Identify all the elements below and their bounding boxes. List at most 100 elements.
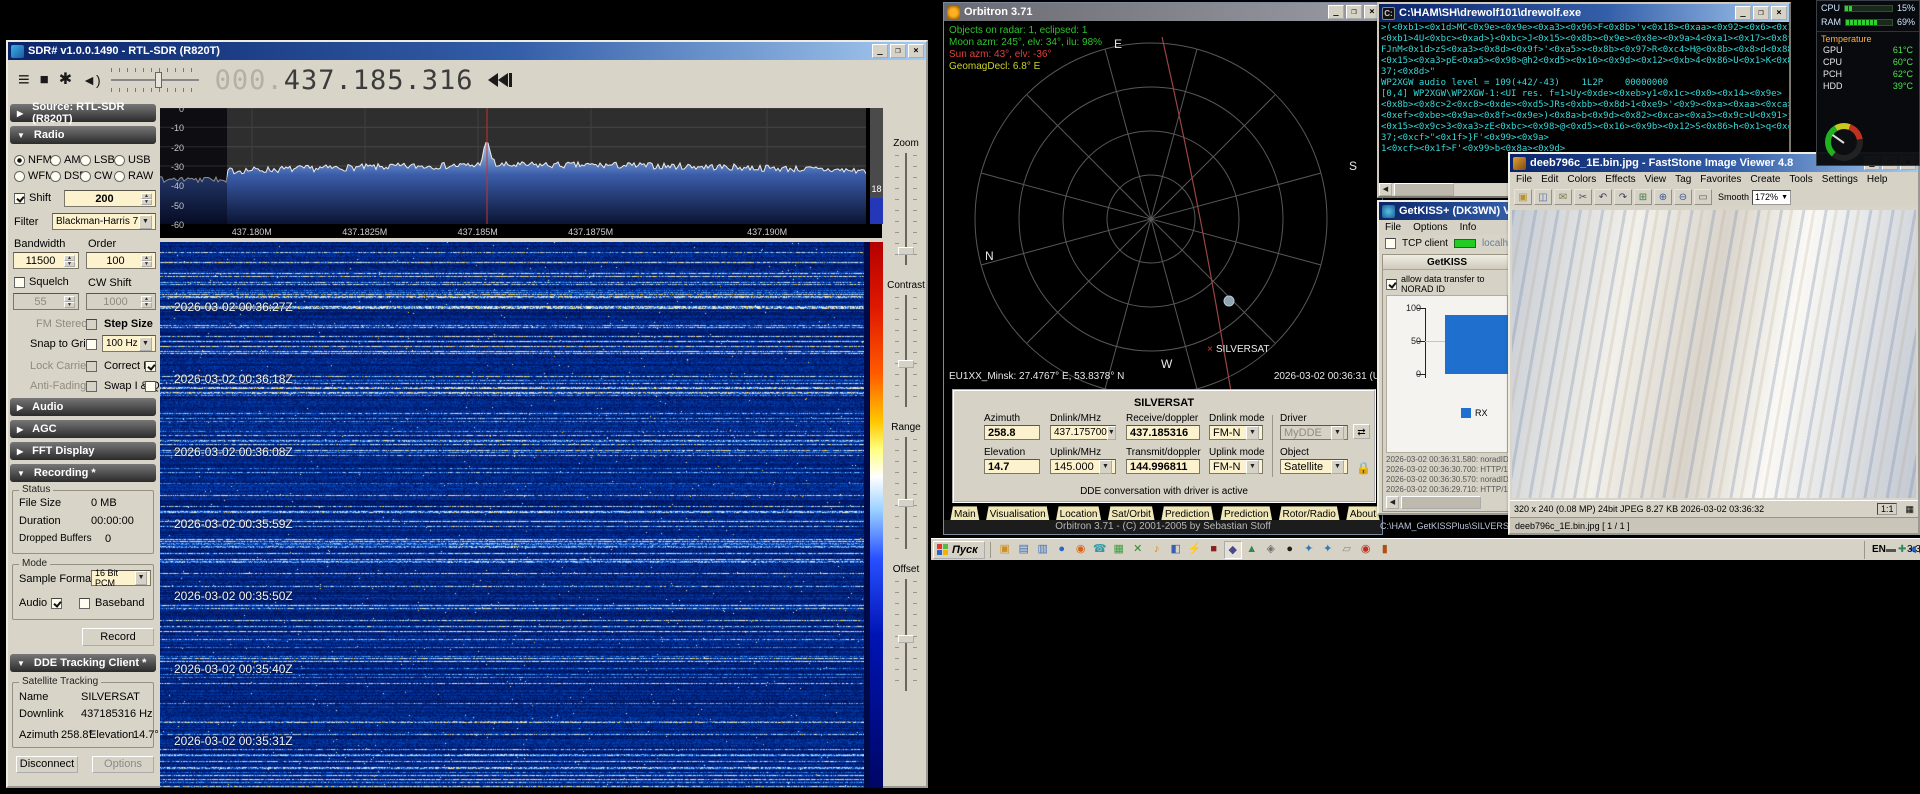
zoom-slider[interactable]	[895, 153, 917, 265]
gear-icon[interactable]: ✱	[59, 70, 72, 90]
volume-slider[interactable]	[110, 68, 199, 92]
terminal-titlebar[interactable]: C: C:\HAM\SH\drewolf101\drewolf.exe _ ❐ ×	[1379, 4, 1789, 22]
quick-launch-icon[interactable]: ✦	[1318, 540, 1337, 559]
quick-launch-icon[interactable]: ▣	[995, 540, 1014, 559]
filter-dropdown[interactable]: Blackman-Harris 7 ▼	[52, 213, 156, 230]
menu-item[interactable]: Options	[1413, 222, 1447, 233]
start-button[interactable]: Пуск	[933, 540, 985, 559]
quick-launch-icon[interactable]: ⚡	[1185, 540, 1204, 559]
minimize-button[interactable]: _	[1735, 6, 1751, 20]
quick-launch-icon[interactable]: ◉	[1356, 540, 1375, 559]
quick-launch-icon[interactable]: ◆	[1223, 540, 1242, 559]
transmit-doppler-field[interactable]: 144.996811	[1126, 459, 1200, 474]
quick-launch-icon[interactable]: ▲	[1242, 540, 1261, 559]
mode-radio[interactable]: NFM	[14, 152, 52, 168]
section-source[interactable]: ▶ Source: RTL-SDR (R820T)	[10, 101, 156, 125]
menu-item[interactable]: File	[1516, 174, 1532, 185]
stop-icon[interactable]: ■	[40, 70, 49, 90]
sdrsharp-titlebar[interactable]: SDR# v1.0.0.1490 - RTL-SDR (R820T) _ ❐ ×	[8, 42, 926, 60]
scroll-left-icon[interactable]: ◀	[1386, 496, 1399, 509]
dnlink-dropdown[interactable]: 437.175700 ▼	[1050, 425, 1116, 440]
mode-radio[interactable]: WFM	[14, 168, 54, 184]
dnlink-mode-dropdown[interactable]: FM-N ▼	[1209, 425, 1263, 440]
contrast-slider[interactable]	[895, 295, 917, 407]
quick-launch-icon[interactable]: ▱	[1337, 540, 1356, 559]
menu-item[interactable]: Help	[1867, 174, 1888, 185]
orbitron-titlebar[interactable]: Orbitron 3.71 _ ❐ ×	[944, 3, 1382, 21]
close-button[interactable]: ×	[908, 44, 924, 58]
correct-iq-checkbox[interactable]	[145, 361, 156, 372]
step-size-dropdown[interactable]: 100 Hz ▼	[102, 335, 156, 352]
tcp-client-checkbox[interactable]	[1385, 238, 1396, 249]
waterfall-display[interactable]: 2026-03-02 00:36:27Z 2026-03-02 00:36:18Z…	[160, 242, 883, 788]
record-baseband-checkbox[interactable]	[79, 598, 90, 609]
quick-launch-icon[interactable]: ✦	[1299, 540, 1318, 559]
grid-icon[interactable]: ▦	[1905, 504, 1914, 515]
lock-icon[interactable]: 🔒	[1355, 461, 1372, 476]
mode-radio[interactable]: DSB	[50, 168, 87, 184]
receive-doppler-field[interactable]: 437.185316	[1126, 425, 1200, 440]
menu-item[interactable]: Edit	[1541, 174, 1558, 185]
menu-item[interactable]: Tag	[1675, 174, 1691, 185]
toolbar-icon[interactable]: ▭	[1694, 189, 1712, 205]
quick-launch-icon[interactable]: ♪	[1147, 540, 1166, 559]
shift-field[interactable]: 200 ▲ ▼	[64, 190, 156, 207]
mode-radio[interactable]: USB	[114, 152, 152, 168]
uplink-dropdown[interactable]: 145.000 ▼	[1050, 459, 1116, 474]
squelch-checkbox[interactable]	[14, 276, 25, 288]
uplink-mode-dropdown[interactable]: FM-N ▼	[1209, 459, 1263, 474]
snap-to-center-icon[interactable]	[487, 73, 512, 87]
restore-button[interactable]: ❐	[1346, 5, 1362, 19]
section-radio[interactable]: ▼ Radio	[10, 126, 156, 144]
disconnect-button[interactable]: Disconnect	[16, 756, 78, 773]
chevron-down-icon[interactable]: ▼	[139, 336, 152, 351]
menu-item[interactable]: Effects	[1605, 174, 1635, 185]
object-dropdown[interactable]: Satellite ▼	[1280, 459, 1348, 474]
toolbar-icon[interactable]: ↶	[1594, 189, 1612, 205]
quick-launch-icon[interactable]: ☎	[1090, 540, 1109, 559]
quick-launch-icon[interactable]: ▦	[1109, 540, 1128, 559]
spectrum-plot[interactable]	[160, 108, 866, 224]
menu-item[interactable]: Create	[1750, 174, 1780, 185]
snap-checkbox[interactable]	[86, 339, 97, 350]
toolbar-icon[interactable]: ⊞	[1634, 189, 1652, 205]
menu-item[interactable]: Tools	[1789, 174, 1812, 185]
restore-button[interactable]: ❐	[1753, 6, 1769, 20]
menu-item[interactable]: File	[1385, 222, 1401, 233]
spectrum-display[interactable]: 0 -10 -20 -30 -40 -50 -60 437.180M 437.1825M 437…	[160, 104, 883, 238]
mode-radio[interactable]: CW	[80, 168, 114, 184]
ratio-indicator[interactable]: 1:1	[1876, 503, 1898, 515]
section-fft-display[interactable]: ▶ FFT Display	[10, 442, 156, 460]
toolbar-icon[interactable]: ✂	[1574, 189, 1592, 205]
mode-radio[interactable]: AM	[50, 152, 81, 168]
section-recording[interactable]: ▼ Recording *	[10, 464, 156, 482]
quick-launch-icon[interactable]: ◉	[1071, 540, 1090, 559]
sample-format-dropdown[interactable]: 16 Bit PCM ▼	[91, 568, 151, 588]
menu-item[interactable]: Settings	[1822, 174, 1858, 185]
speaker-icon[interactable]: ◄)	[82, 70, 101, 90]
close-button[interactable]: ×	[1771, 6, 1787, 20]
toolbar-icon[interactable]: ↷	[1614, 189, 1632, 205]
toolbar-icon[interactable]: ⊖	[1674, 189, 1692, 205]
quick-launch-icon[interactable]: ✕	[1128, 540, 1147, 559]
mode-radio[interactable]: RAW	[114, 168, 153, 184]
azimuth-field[interactable]: 258.8	[984, 425, 1040, 440]
restore-button[interactable]: ❐	[890, 44, 906, 58]
allow-transfer-checkbox[interactable]	[1386, 278, 1397, 290]
minimize-button[interactable]: _	[1328, 5, 1344, 19]
mode-radio[interactable]: LSB	[80, 152, 115, 168]
elevation-field[interactable]: 14.7	[984, 459, 1040, 474]
quick-launch-icon[interactable]: ■	[1204, 540, 1223, 559]
section-agc[interactable]: ▶ AGC	[10, 420, 156, 438]
toolbar-icon[interactable]: ▣	[1514, 189, 1532, 205]
menu-item[interactable]: Colors	[1567, 174, 1596, 185]
minimize-button[interactable]: _	[872, 44, 888, 58]
range-slider[interactable]	[895, 437, 917, 549]
order-field[interactable]: 100 ▲ ▼	[86, 252, 156, 269]
shift-checkbox[interactable]	[14, 192, 25, 204]
offset-slider[interactable]	[895, 579, 917, 691]
language-indicator[interactable]: EN	[1869, 544, 1886, 555]
satellite-dot[interactable]	[1223, 295, 1235, 307]
volume-handle[interactable]	[154, 72, 162, 88]
scroll-left-icon[interactable]: ◀	[1379, 183, 1392, 196]
